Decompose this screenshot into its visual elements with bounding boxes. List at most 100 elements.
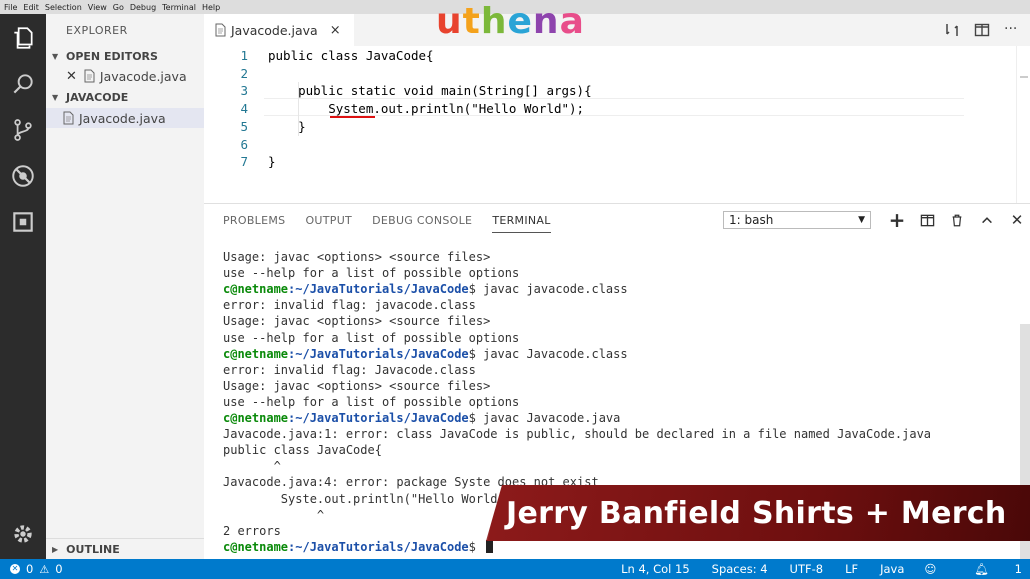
language-mode[interactable]: Java bbox=[880, 562, 904, 576]
folder-label: JAVACODE bbox=[66, 91, 129, 104]
panel-actions: + ✕ bbox=[888, 208, 1026, 232]
code-editor[interactable]: 1 2 3 45 6 7 public class JavaCode{ public st… bbox=[204, 46, 1030, 203]
merch-banner: Jerry Banfield Shirts + Merch bbox=[486, 485, 1030, 541]
menu-item-selection[interactable]: Selection bbox=[45, 3, 82, 12]
line-number: 2 bbox=[240, 65, 248, 81]
terminal-line: error: invalid flag: Javacode.class bbox=[223, 362, 476, 377]
explorer-sidebar: EXPLORER ▼ OPEN EDITORS ✕ Javacode.java … bbox=[46, 14, 204, 559]
terminal-line: use --help for a list of possible option… bbox=[223, 394, 520, 409]
open-editors-section[interactable]: ▼ OPEN EDITORS bbox=[52, 50, 158, 63]
command-text: $ javac Javacode.class bbox=[468, 346, 628, 361]
trash-icon[interactable] bbox=[948, 211, 966, 229]
tab-output[interactable]: OUTPUT bbox=[305, 214, 352, 233]
tab-javacode[interactable]: Javacode.java × bbox=[204, 14, 354, 46]
code-line: public static void main(String[] args){ bbox=[268, 83, 592, 99]
line-number: 4 bbox=[240, 101, 248, 117]
folder-filename: Javacode.java bbox=[79, 110, 166, 126]
terminal-prompt-line: c@netname:~/JavaTutorials/JavaCode$ java… bbox=[223, 347, 628, 361]
command-text: $ javac javacode.class bbox=[468, 282, 628, 297]
open-changes-icon[interactable] bbox=[944, 22, 960, 38]
java-file-icon bbox=[83, 69, 95, 83]
source-control-icon[interactable] bbox=[9, 116, 37, 144]
tab-terminal[interactable]: TERMINAL bbox=[492, 214, 551, 233]
terminal-line: use --help for a list of possible option… bbox=[223, 266, 520, 281]
prompt-path: :~/JavaTutorials/JavaCode bbox=[288, 411, 469, 425]
line-number: 3 bbox=[240, 83, 248, 99]
prompt-user: c@netname bbox=[223, 411, 289, 425]
split-editor-icon[interactable] bbox=[974, 22, 990, 38]
javacode-folder-section[interactable]: ▼ JAVACODE bbox=[52, 91, 128, 104]
notifications[interactable]: 🔔︎ 1 bbox=[952, 562, 1022, 576]
terminal-shell-select[interactable]: 1: bash ▼ bbox=[723, 211, 871, 229]
problems-status[interactable]: ✕ 0 ⚠ 0 bbox=[10, 562, 63, 576]
settings-gear-icon[interactable] bbox=[9, 520, 37, 548]
split-terminal-icon[interactable] bbox=[918, 211, 936, 229]
code-line: System.out.println("Hello World"); bbox=[268, 101, 585, 117]
terminal-line: error: invalid flag: javacode.class bbox=[223, 298, 476, 313]
outline-label: OUTLINE bbox=[66, 542, 120, 556]
new-terminal-icon[interactable]: + bbox=[888, 208, 906, 232]
editor-scrollbar[interactable] bbox=[1016, 46, 1030, 203]
menu-item-file[interactable]: File bbox=[4, 3, 17, 12]
uthena-logo: uthena bbox=[436, 2, 585, 42]
terminal-line: use --help for a list of possible option… bbox=[223, 330, 520, 345]
menu-item-view[interactable]: View bbox=[88, 3, 107, 12]
logo-letter: e bbox=[507, 1, 533, 42]
terminal-line: Usage: javac <options> <source files> bbox=[223, 378, 491, 393]
search-icon[interactable] bbox=[9, 70, 37, 98]
tab-debug-console[interactable]: DEBUG CONSOLE bbox=[372, 214, 472, 233]
logo-letter: h bbox=[480, 1, 508, 42]
indentation[interactable]: Spaces: 4 bbox=[712, 562, 768, 576]
prompt-user: c@netname bbox=[223, 346, 289, 361]
tab-problems[interactable]: PROBLEMS bbox=[223, 214, 285, 233]
status-bar: ✕ 0 ⚠ 0 Ln 4, Col 15 Spaces: 4 UTF-8 LF … bbox=[0, 559, 1030, 579]
debug-icon[interactable] bbox=[9, 162, 37, 190]
open-editors-label: OPEN EDITORS bbox=[66, 50, 158, 63]
error-icon: ✕ bbox=[10, 564, 20, 574]
open-editor-item[interactable]: ✕ Javacode.java bbox=[46, 66, 204, 86]
warning-icon: ⚠ bbox=[39, 562, 50, 576]
java-file-icon bbox=[62, 111, 74, 125]
line-number: 6 bbox=[240, 136, 248, 152]
error-squiggle bbox=[330, 115, 375, 118]
prompt-user: c@netname bbox=[223, 539, 289, 554]
menu-item-debug[interactable]: Debug bbox=[130, 3, 156, 12]
encoding[interactable]: UTF-8 bbox=[790, 562, 824, 576]
terminal-line: public class JavaCode{ bbox=[223, 443, 382, 458]
end-of-line[interactable]: LF bbox=[845, 562, 858, 576]
extensions-icon[interactable] bbox=[9, 208, 37, 236]
terminal-cursor bbox=[486, 539, 494, 553]
code-line: } bbox=[268, 154, 276, 170]
menu-item-edit[interactable]: Edit bbox=[23, 3, 39, 12]
terminal-prompt-line: c@netname:~/JavaTutorials/JavaCode$ bbox=[223, 539, 494, 554]
cursor-position[interactable]: Ln 4, Col 15 bbox=[621, 562, 690, 576]
close-icon[interactable]: ✕ bbox=[66, 69, 77, 84]
terminal-line: ^ bbox=[223, 507, 325, 522]
menu-item-terminal[interactable]: Terminal bbox=[162, 3, 196, 12]
outline-section[interactable]: ▶ OUTLINE bbox=[46, 538, 204, 559]
line-number: 1 bbox=[240, 48, 248, 63]
tab-close-icon[interactable]: × bbox=[330, 23, 341, 38]
prompt-path: :~/JavaTutorials/JavaCode bbox=[288, 346, 469, 361]
menu-item-help[interactable]: Help bbox=[202, 3, 220, 12]
smiley-feedback-icon[interactable]: ☺ bbox=[924, 562, 936, 576]
terminal-prompt-line: c@netname:~/JavaTutorials/JavaCode$ java… bbox=[223, 411, 620, 425]
maximize-panel-icon[interactable] bbox=[978, 211, 996, 229]
folder-file-item[interactable]: Javacode.java bbox=[46, 108, 204, 128]
prompt-user: c@netname bbox=[223, 282, 289, 297]
command-text: $ javac Javacode.java bbox=[468, 411, 621, 425]
files-icon[interactable] bbox=[9, 24, 37, 52]
prompt-path: :~/JavaTutorials/JavaCode bbox=[288, 539, 469, 554]
close-panel-icon[interactable]: ✕ bbox=[1008, 211, 1026, 229]
logo-letter: n bbox=[532, 1, 560, 42]
terminal-line: Syste.out.println("Hello World"); bbox=[223, 491, 520, 506]
line-number: 5 bbox=[240, 118, 248, 134]
activity-bar bbox=[0, 14, 46, 559]
menu-item-go[interactable]: Go bbox=[113, 3, 124, 12]
terminal-line: Usage: javac <options> <source files> bbox=[223, 314, 491, 329]
editor-tab-bar: Javacode.java × ··· bbox=[204, 14, 1030, 46]
terminal-line: Javacode.java:1: error: class JavaCode i… bbox=[223, 427, 932, 442]
open-editor-filename: Javacode.java bbox=[99, 68, 187, 84]
more-actions-icon[interactable]: ··· bbox=[1004, 22, 1020, 38]
bell-icon: 🔔︎ bbox=[974, 562, 990, 576]
